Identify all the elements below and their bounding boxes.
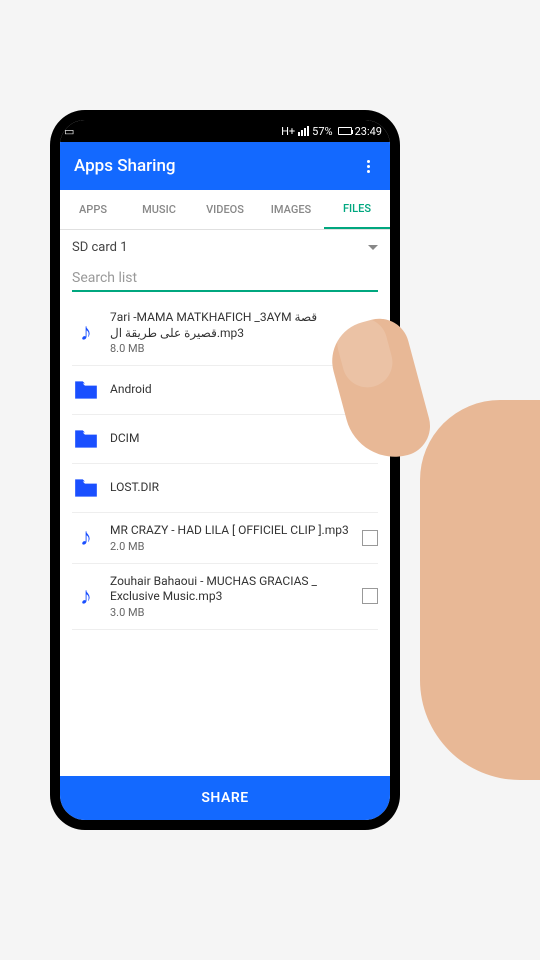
file-size: 8.0 MB [110,342,352,355]
music-icon: ♪ [72,524,100,552]
file-checkbox[interactable] [362,588,378,604]
folder-icon [72,376,100,404]
folder-icon [72,474,100,502]
tab-apps[interactable]: APPS [60,191,126,228]
storage-label: SD card 1 [72,240,128,255]
share-button[interactable]: SHARE [60,776,390,820]
list-item[interactable]: LOST.DIR [72,464,378,513]
status-notification-icon: ▭ [64,125,74,138]
status-bar: ▭ H+ 57% 23:49 [60,120,390,142]
app-header: Apps Sharing [60,142,390,190]
file-checkbox[interactable] [362,530,378,546]
battery-icon [338,127,352,135]
music-icon: ♪ [72,319,100,347]
phone-frame: ▭ H+ 57% 23:49 Apps Sharing APPS MUSIC V… [50,110,400,830]
file-name: Zouhair Bahaoui - MUCHAS GRACIAS _ Exclu… [110,574,352,605]
tab-videos[interactable]: VIDEOS [192,191,258,228]
tab-bar: APPS MUSIC VIDEOS IMAGES FILES [60,190,390,230]
hand-palm [420,400,540,780]
list-item[interactable]: Android [72,366,378,415]
file-size: 2.0 MB [110,540,352,553]
folder-icon [72,425,100,453]
phone-screen: ▭ H+ 57% 23:49 Apps Sharing APPS MUSIC V… [60,120,390,820]
tab-files[interactable]: FILES [324,190,390,229]
file-name: 7ari -MAMA MATKHAFICH _3AYM قصة قصيرة عل… [110,310,352,341]
tab-images[interactable]: IMAGES [258,191,324,228]
more-menu-button[interactable] [361,154,376,179]
list-item[interactable]: ♪ Zouhair Bahaoui - MUCHAS GRACIAS _ Exc… [72,564,378,630]
clock-time: 23:49 [355,125,382,138]
chevron-down-icon [368,245,378,250]
file-name: DCIM [110,431,378,447]
file-name: LOST.DIR [110,480,378,496]
list-item[interactable]: DCIM [72,415,378,464]
search-input[interactable] [72,270,378,286]
search-container [72,263,378,292]
tab-music[interactable]: MUSIC [126,191,192,228]
storage-selector[interactable]: SD card 1 [60,230,390,261]
data-type-label: H+ [281,125,295,138]
battery-percent: 57% [312,125,332,138]
music-icon: ♪ [72,582,100,610]
list-item[interactable]: ♪ MR CRAZY - HAD LILA [ OFFICIEL CLIP ].… [72,513,378,564]
signal-icon [298,126,309,136]
file-size: 3.0 MB [110,606,352,619]
app-title: Apps Sharing [74,156,176,176]
file-name: MR CRAZY - HAD LILA [ OFFICIEL CLIP ].mp… [110,523,352,539]
